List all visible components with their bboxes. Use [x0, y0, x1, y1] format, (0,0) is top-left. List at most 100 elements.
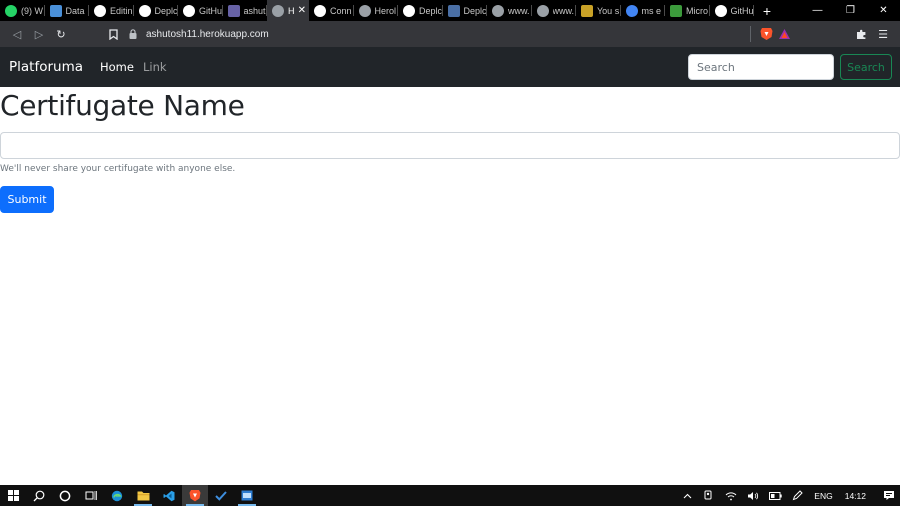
notification-icon [884, 491, 894, 500]
globe-icon [272, 4, 284, 17]
browser-tab[interactable]: Micro [665, 0, 710, 21]
brave-taskbar-button[interactable] [182, 485, 208, 506]
windows-logo-icon [7, 490, 19, 501]
bookmark-button[interactable] [102, 23, 124, 45]
browser-tab[interactable]: Deplc [443, 0, 487, 21]
browser-tab[interactable]: ms e [621, 0, 665, 21]
browser-tab-label: Deplc [463, 5, 487, 16]
browser-tab-label: Herol [374, 5, 397, 16]
browser-tab-label: Editin [110, 5, 133, 16]
browser-tab[interactable]: GitHu [178, 0, 223, 21]
notifications-button[interactable] [878, 485, 900, 506]
cortana-icon [59, 490, 71, 501]
browser-tab[interactable]: GitHu [710, 0, 754, 21]
globe-icon [536, 4, 549, 17]
minimize-button[interactable]: — [801, 0, 834, 21]
browser-tab[interactable]: Conn [309, 0, 354, 21]
browser-tab-label: (9) W [21, 5, 43, 16]
clock[interactable]: 14:12 [839, 491, 872, 501]
wifi-button[interactable] [720, 485, 742, 506]
search-icon [33, 490, 45, 501]
vscode-taskbar-button[interactable] [156, 485, 182, 506]
restore-button[interactable]: ❐ [834, 0, 867, 21]
browser-tab-label: ms e [641, 5, 662, 16]
meet-now-button[interactable] [698, 485, 720, 506]
browser-tab[interactable]: Herol [354, 0, 398, 21]
close-window-button[interactable]: ✕ [867, 0, 900, 21]
browser-tab[interactable]: www. [487, 0, 532, 21]
google-icon [625, 4, 638, 17]
mdn-icon [447, 4, 460, 17]
globe-icon [492, 4, 504, 17]
close-tab-icon[interactable]: ✕ [298, 5, 306, 16]
browser-tab[interactable]: H ✕ [267, 0, 309, 21]
volume-button[interactable] [742, 485, 764, 506]
heroku-icon [227, 4, 240, 17]
browser-tab[interactable]: Deplc [398, 0, 443, 21]
browser-menu-button[interactable]: ☰ [872, 23, 894, 45]
new-tab-button[interactable]: + [754, 0, 780, 21]
browser-tab[interactable]: ashut [223, 0, 267, 21]
windows-taskbar: ENG 14:12 [0, 485, 900, 506]
start-button[interactable] [0, 485, 26, 506]
taskbar-search-button[interactable] [26, 485, 52, 506]
browser-tab-label: Conn [330, 5, 352, 16]
battery-button[interactable] [764, 485, 786, 506]
medium-icon [94, 4, 106, 17]
browser-tab-label: Micro [686, 5, 708, 16]
brave-rewards-icon [778, 29, 790, 39]
forward-button[interactable]: ▷ [28, 23, 50, 45]
puzzle-icon [856, 29, 865, 39]
reload-button[interactable]: ↻ [50, 23, 72, 45]
brave-rewards-button[interactable] [775, 25, 793, 43]
todo-icon [215, 491, 227, 501]
file-explorer-taskbar-button[interactable] [130, 485, 156, 506]
browser-tab-label: GitHu [730, 5, 754, 16]
language-indicator[interactable]: ENG [808, 491, 838, 501]
cortana-button[interactable] [52, 485, 78, 506]
browser-tab[interactable]: Deplc [134, 0, 178, 21]
browser-tab[interactable]: Data [45, 0, 89, 21]
submit-button[interactable]: Submit [0, 186, 54, 213]
app-taskbar-button[interactable] [234, 485, 260, 506]
download-icon [670, 4, 682, 17]
battery-icon [768, 491, 782, 500]
browser-tab[interactable]: (9) W [0, 0, 45, 21]
certificate-name-input[interactable] [0, 132, 900, 159]
nav-link-home[interactable]: Home [100, 60, 134, 74]
search-button[interactable]: Search [840, 54, 892, 80]
nav-link-link[interactable]: Link [143, 60, 167, 74]
brave-icon [189, 490, 201, 502]
browser-tab-label: H [288, 5, 295, 16]
browser-tab[interactable]: Editin [89, 0, 134, 21]
brave-shields-button[interactable] [757, 25, 775, 43]
file-explorer-icon [137, 491, 149, 501]
reload-icon: ↻ [56, 27, 66, 41]
search-input[interactable] [688, 54, 834, 80]
g-icon [581, 4, 593, 17]
edge-taskbar-button[interactable] [104, 485, 130, 506]
brave-lion-icon [760, 28, 772, 40]
browser-tab-label: Data [65, 5, 85, 16]
medium-icon [138, 4, 151, 17]
task-view-button[interactable] [78, 485, 104, 506]
bookmark-icon [108, 28, 118, 40]
navbar-brand[interactable]: Platforuma [9, 59, 83, 75]
back-arrow-icon: ◁ [12, 27, 22, 41]
vscode-icon [163, 490, 175, 501]
globe-icon [358, 4, 371, 17]
page-title: Certifugate Name [0, 89, 245, 122]
data-icon [49, 4, 62, 17]
todo-taskbar-button[interactable] [208, 485, 234, 506]
browser-tab[interactable]: You s [576, 0, 621, 21]
app-icon [241, 490, 253, 501]
back-button[interactable]: ◁ [6, 23, 28, 45]
extensions-button[interactable] [850, 23, 872, 45]
browser-tab[interactable]: www. [532, 0, 576, 21]
pen-button[interactable] [786, 485, 808, 506]
tray-overflow-button[interactable] [676, 485, 698, 506]
edge-icon [111, 490, 123, 501]
menu-icon: ☰ [878, 27, 888, 41]
browser-tab-label: www. [508, 5, 530, 16]
address-bar[interactable]: ashutosh11.herokuapp.com [128, 24, 748, 44]
